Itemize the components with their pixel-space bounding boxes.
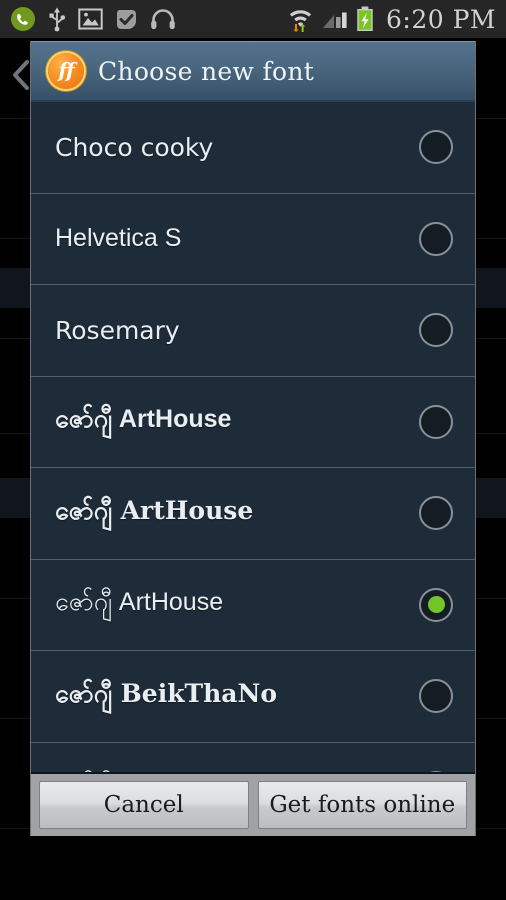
font-name-label: ဇော်ဂျီ ArtHouse [55,405,232,434]
bottom-black-strip [0,836,506,900]
checkmark-icon [116,9,136,29]
radio-dot [428,688,445,705]
font-list-item[interactable]: ဇော်ဂျီ BeikThaNo [31,651,475,743]
phone-icon [11,7,35,31]
list-scrollbar[interactable] [471,102,474,772]
radio-dot [428,230,445,247]
font-name-label: ဇော်ဂျီ ArtHouse [55,495,254,525]
font-name-label: ဇော်ဂျီ ArtHouse [55,588,224,617]
font-list-item[interactable]: ဇော်ဂျီ ArtHouse [31,560,475,651]
font-list[interactable]: Choco cooky Helvetica S Rosemary ဇော်ဂျီ Ar… [31,102,475,772]
radio-dot [428,322,445,339]
dialog-button-bar: Cancel Get fonts online [31,772,475,836]
radio-button[interactable] [419,496,453,531]
back-chevron-icon[interactable] [10,58,32,92]
dialog-title: Choose new font [98,56,315,86]
radio-dot [428,505,445,522]
font-list-item[interactable]: Choco cooky [31,102,475,194]
radio-button[interactable] [419,221,453,256]
headset-icon [151,9,175,30]
ff-logo-icon: ff [48,53,84,89]
cancel-button[interactable]: Cancel [39,781,249,829]
radio-button-selected[interactable] [419,587,453,622]
get-fonts-online-button[interactable]: Get fonts online [257,781,467,829]
font-name-label: Choco cooky [55,132,214,162]
radio-dot [427,596,445,614]
status-bar-clock: 6:20 PM [385,4,496,34]
radio-button[interactable] [419,770,453,772]
wifi-icon [289,10,312,32]
signal-icon [322,12,347,28]
font-list-item[interactable]: ဇော်ဂျီ PyinOoLwin [31,743,475,772]
font-name-label: Helvetica S [55,224,182,253]
choose-font-dialog: ff Choose new font Choco cooky Helvetica … [30,41,476,836]
font-list-item[interactable]: Rosemary [31,285,475,377]
status-bar-left-icons [10,6,176,32]
radio-button[interactable] [419,313,453,348]
status-bar: 6:20 PM [0,0,506,38]
font-list-item[interactable]: Helvetica S [31,194,475,285]
ff-logo-text: ff [58,58,74,82]
radio-dot [428,139,445,156]
font-name-label: ဇော်ဂျီ PyinOoLwin [55,769,419,772]
status-bar-right-icons: 6:20 PM [287,6,496,32]
font-list-item[interactable]: ဇော်ဂျီ ArtHouse [31,468,475,560]
radio-button[interactable] [419,679,453,714]
dialog-header: ff Choose new font [31,41,475,102]
font-name-label: Rosemary [55,315,180,345]
usb-icon [49,7,66,32]
font-list-item[interactable]: ဇော်ဂျီ ArtHouse [31,377,475,468]
radio-dot [428,413,445,430]
phone-screen: 6:20 PM ff Choose new font Choco cooky He… [0,0,506,900]
radio-button[interactable] [419,404,453,439]
battery-charging-icon [357,6,373,31]
image-icon [78,8,103,30]
radio-button[interactable] [419,130,453,165]
font-name-label: ဇော်ဂျီ BeikThaNo [55,678,278,708]
